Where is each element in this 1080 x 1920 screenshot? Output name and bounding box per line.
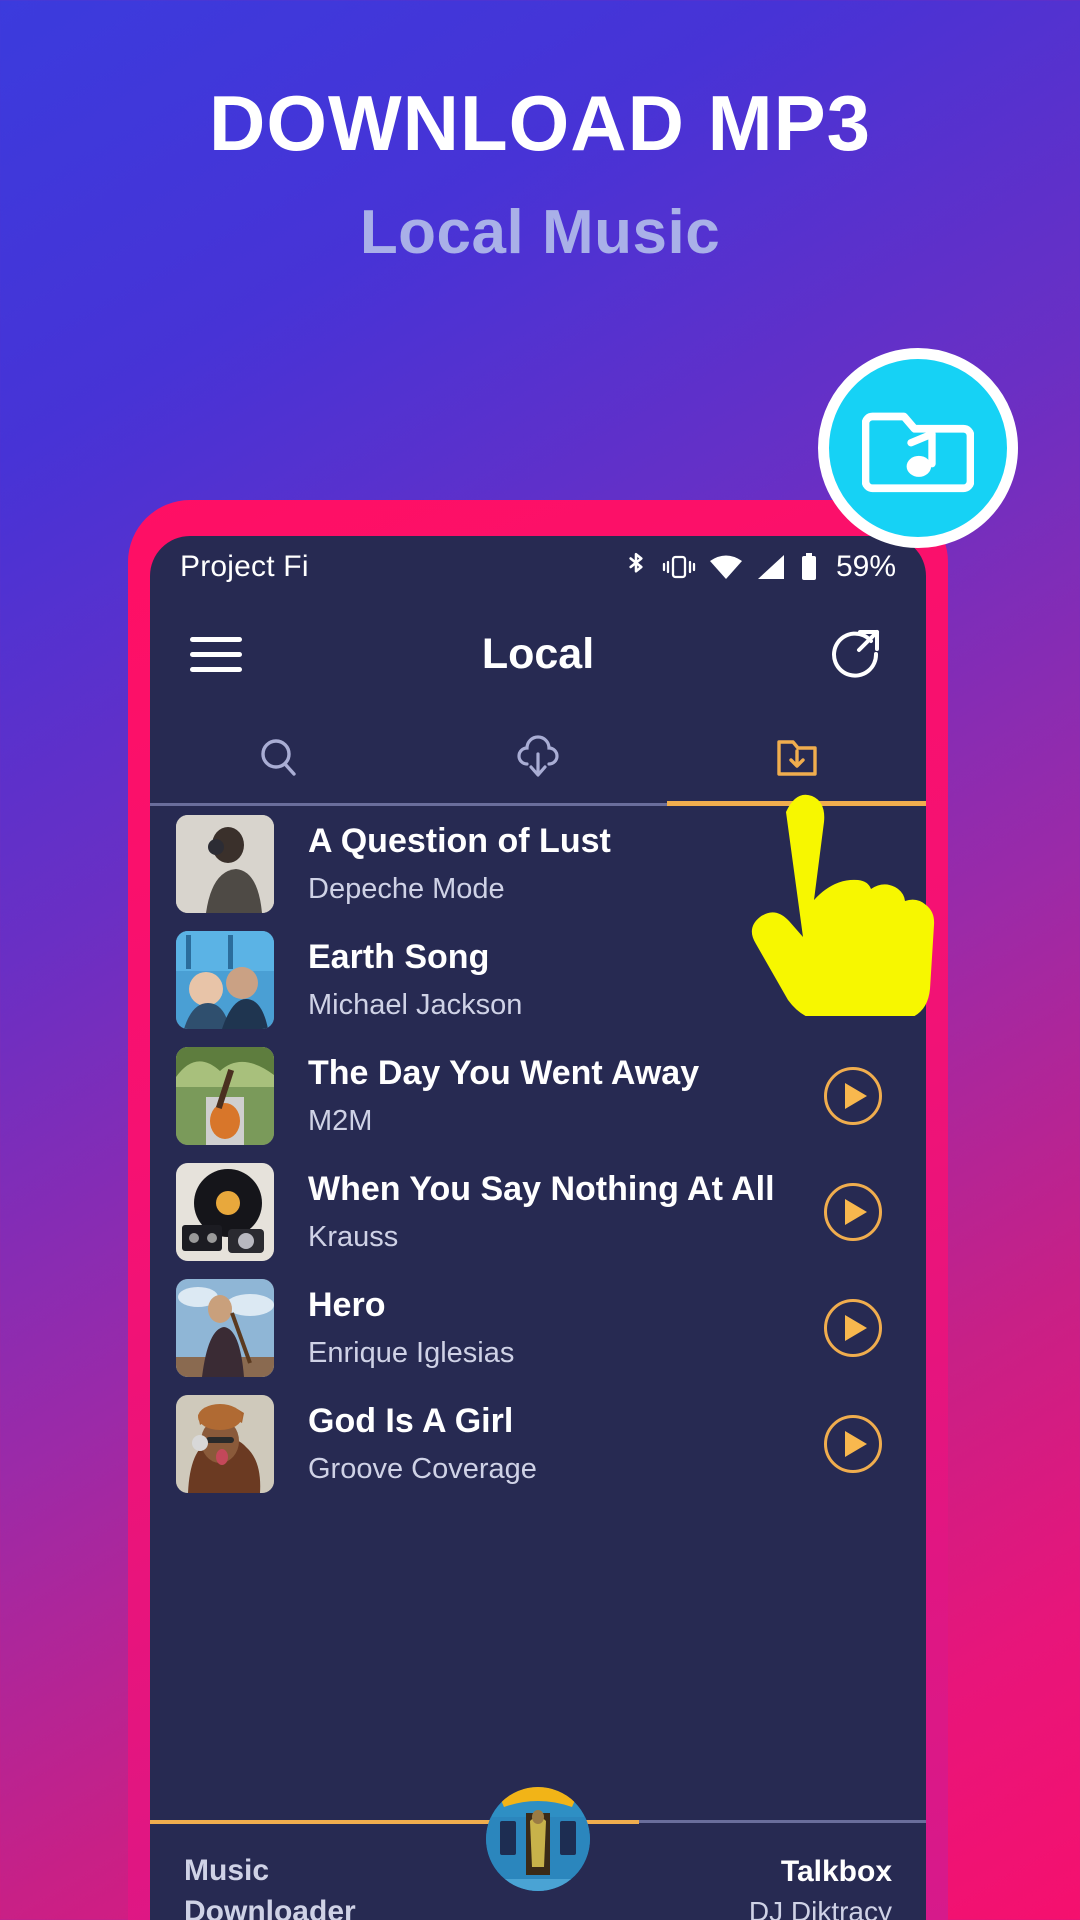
- promo-subtitle: Local Music: [359, 198, 721, 267]
- album-art-thumbnail: [176, 1279, 274, 1377]
- tab-download[interactable]: [409, 710, 668, 806]
- play-button[interactable]: [824, 1067, 882, 1125]
- song-artist: Krauss: [308, 1220, 399, 1253]
- album-art-thumbnail: [176, 1163, 274, 1261]
- folder-music-icon: [862, 392, 974, 504]
- phone-screen: Project Fi 59% Local A Question of Lust …: [150, 536, 926, 1920]
- signal-icon: [756, 553, 786, 581]
- tab-bar: [150, 710, 926, 806]
- share-refresh-icon[interactable]: [824, 623, 886, 685]
- table-row[interactable]: When You Say Nothing At All Krauss: [150, 1154, 926, 1270]
- album-art-thumbnail: [176, 1395, 274, 1493]
- app-name-label: Music Downloader: [184, 1851, 356, 1920]
- battery-icon: [799, 552, 819, 582]
- hamburger-menu-icon[interactable]: [190, 627, 242, 682]
- wifi-icon: [709, 553, 743, 581]
- table-row[interactable]: God Is A Girl Groove Coverage: [150, 1386, 926, 1502]
- folder-download-icon: [771, 732, 823, 784]
- album-art-thumbnail: [176, 931, 274, 1029]
- song-artist: Depeche Mode: [308, 872, 505, 905]
- app-name-line2: Downloader: [184, 1894, 356, 1920]
- status-bar: Project Fi 59%: [150, 536, 926, 598]
- table-row[interactable]: A Question of Lust Depeche Mode: [150, 806, 926, 922]
- play-button[interactable]: [824, 1183, 882, 1241]
- phone-frame: Project Fi 59% Local A Question of Lust …: [128, 500, 948, 1920]
- table-row[interactable]: Earth Song Michael Jackson: [150, 922, 926, 1038]
- song-artist: M2M: [308, 1104, 373, 1137]
- song-title: God Is A Girl: [308, 1402, 514, 1441]
- now-playing-bar[interactable]: Music Downloader Talkbox DJ Diktracy: [150, 1787, 926, 1920]
- promo-title: DOWNLOAD MP3: [209, 79, 871, 167]
- now-playing-artist: DJ Diktracy: [748, 1896, 892, 1920]
- bluetooth-icon: [623, 551, 649, 583]
- battery-percent: 59%: [835, 550, 896, 583]
- tab-search[interactable]: [150, 710, 409, 806]
- song-artist: Michael Jackson: [308, 988, 523, 1021]
- table-row[interactable]: The Day You Went Away M2M: [150, 1038, 926, 1154]
- song-title: Earth Song: [308, 938, 490, 977]
- song-list: A Question of Lust Depeche Mode Earth So…: [150, 806, 926, 1502]
- tab-local[interactable]: [667, 710, 926, 806]
- now-playing-album-art: [486, 1787, 590, 1891]
- play-button[interactable]: [824, 1299, 882, 1357]
- search-icon: [254, 733, 304, 783]
- song-title: A Question of Lust: [308, 822, 611, 861]
- play-button[interactable]: [824, 951, 882, 1009]
- now-playing-title: Talkbox: [780, 1855, 892, 1888]
- album-art-thumbnail: [176, 1047, 274, 1145]
- promo-header: DOWNLOAD MP3 Local Music: [0, 0, 1080, 268]
- song-artist: Groove Coverage: [308, 1452, 537, 1485]
- app-bar: Local: [150, 598, 926, 710]
- folder-music-badge: [818, 348, 1018, 548]
- play-button[interactable]: [824, 1415, 882, 1473]
- song-artist: Enrique Iglesias: [308, 1336, 515, 1369]
- song-title: When You Say Nothing At All: [308, 1170, 775, 1209]
- table-row[interactable]: Hero Enrique Iglesias: [150, 1270, 926, 1386]
- album-art-thumbnail: [176, 815, 274, 913]
- vibrate-icon: [662, 552, 696, 582]
- cloud-download-icon: [512, 732, 564, 784]
- song-title: The Day You Went Away: [308, 1054, 700, 1093]
- song-title: Hero: [308, 1286, 386, 1325]
- app-name-line1: Music: [184, 1854, 270, 1887]
- page-title: Local: [481, 629, 595, 678]
- carrier-label: Project Fi: [180, 550, 309, 583]
